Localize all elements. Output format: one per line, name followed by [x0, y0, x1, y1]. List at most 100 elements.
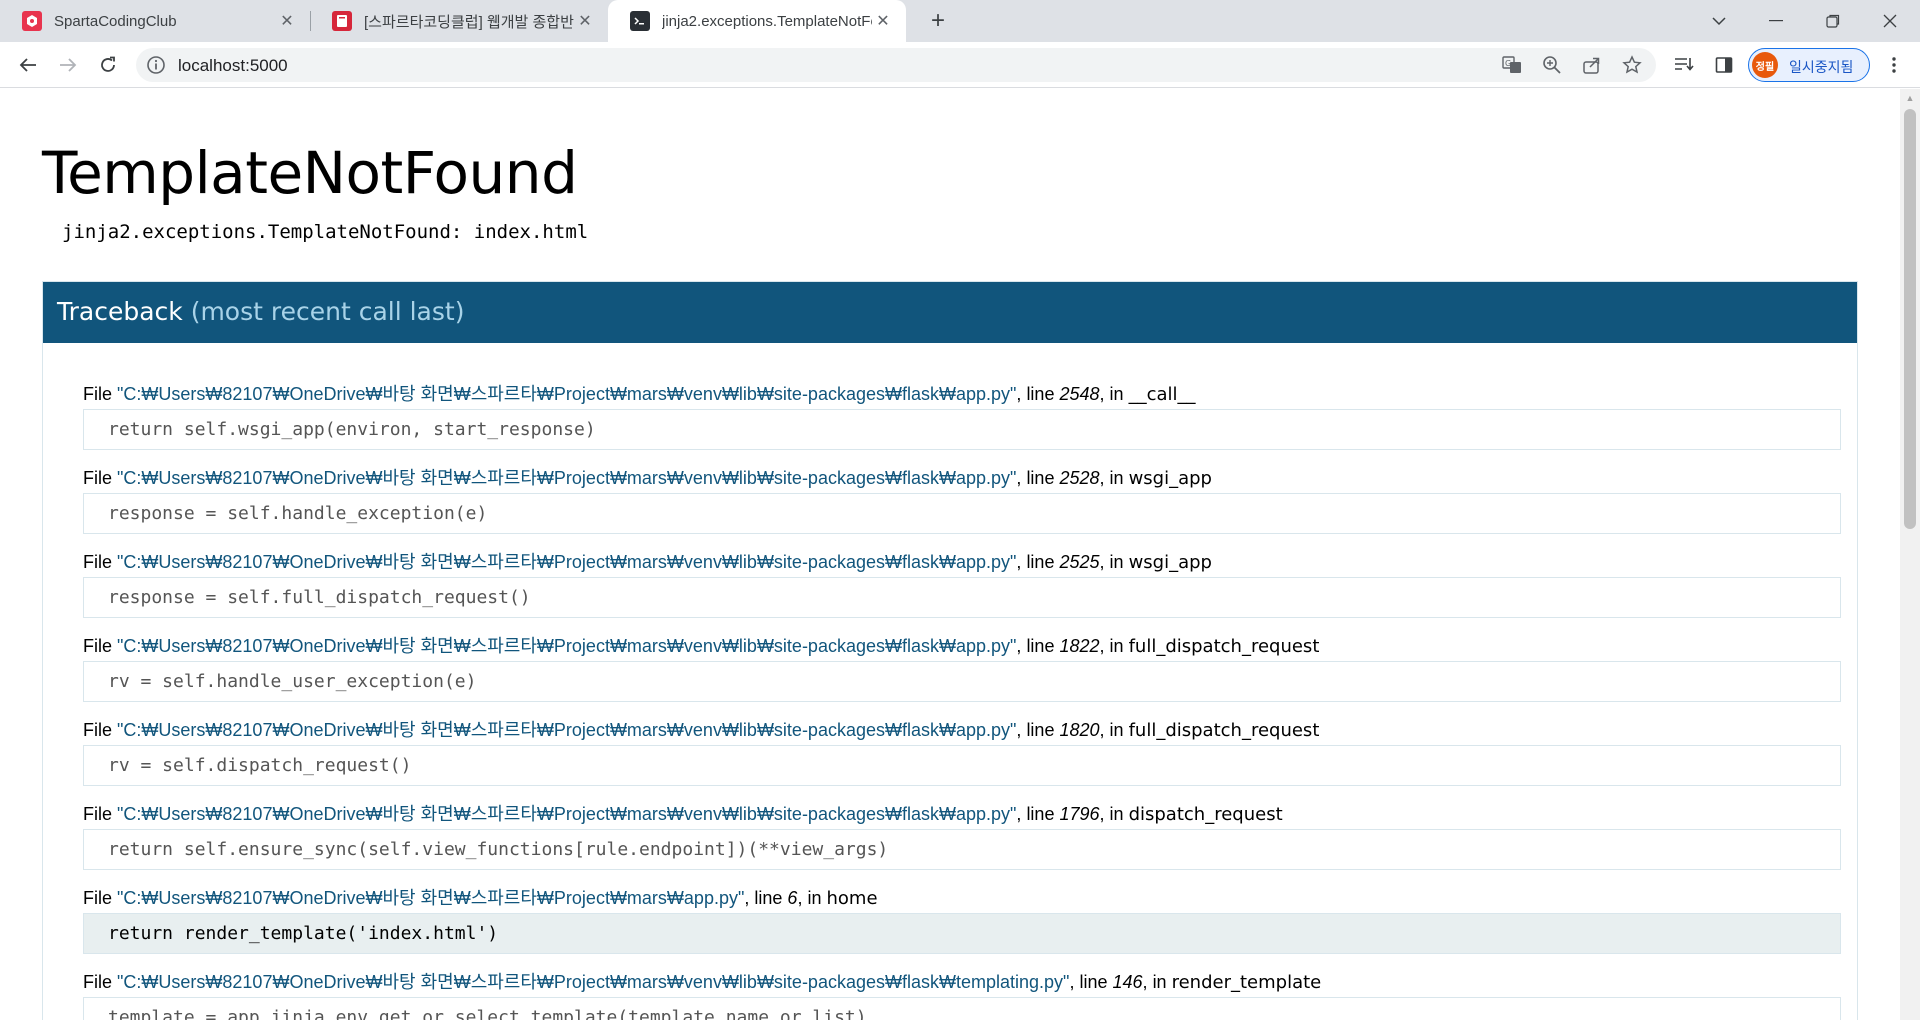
frame-location: File "C:₩Users₩82107₩OneDrive₩바탕 화면₩스파르타… [83, 636, 1320, 657]
tab-spartacodingclub[interactable]: SpartaCodingClub ✕ [0, 0, 310, 42]
traceback-frame[interactable]: File "C:₩Users₩82107₩OneDrive₩바탕 화면₩스파르타… [83, 382, 1841, 450]
frame-code-line[interactable]: response = self.handle_exception(e) [83, 493, 1841, 534]
restore-icon[interactable] [1806, 0, 1860, 42]
frame-location: File "C:₩Users₩82107₩OneDrive₩바탕 화면₩스파르타… [83, 804, 1283, 825]
frame-code-line[interactable]: return render_template('index.html') [83, 913, 1841, 954]
file-label: File [83, 636, 113, 656]
close-window-icon[interactable] [1863, 0, 1917, 42]
frame-file-path: "C:₩Users₩82107₩OneDrive₩바탕 화면₩스파르타₩Proj… [117, 468, 1017, 488]
bookmark-star-icon[interactable] [1620, 53, 1644, 77]
minimize-icon[interactable] [1749, 0, 1803, 42]
frame-function-name: dispatch_request [1128, 804, 1283, 825]
close-tab-icon[interactable]: ✕ [276, 10, 298, 32]
svg-text:G: G [1505, 59, 1511, 68]
error-message: jinja2.exceptions.TemplateNotFound: inde… [62, 221, 589, 243]
frame-file-path: "C:₩Users₩82107₩OneDrive₩바탕 화면₩스파르타₩Proj… [117, 552, 1017, 572]
frame-code-line[interactable]: rv = self.handle_user_exception(e) [83, 661, 1841, 702]
line-label: line [1026, 636, 1055, 656]
frame-line-number: 1820 [1059, 720, 1100, 740]
book-icon [332, 11, 352, 31]
in-label: in [1109, 804, 1124, 824]
share-icon[interactable] [1580, 53, 1604, 77]
frame-function-name: wsgi_app [1128, 552, 1212, 573]
in-label: in [1152, 972, 1167, 992]
traceback-frame[interactable]: File "C:₩Users₩82107₩OneDrive₩바탕 화면₩스파르타… [83, 550, 1841, 618]
translate-icon[interactable]: G [1500, 53, 1524, 77]
forward-arrow-icon[interactable] [52, 49, 84, 81]
frame-file-path: "C:₩Users₩82107₩OneDrive₩바탕 화면₩스파르타₩Proj… [117, 720, 1017, 740]
in-label: in [1109, 384, 1124, 404]
file-label: File [83, 972, 113, 992]
in-label: in [1109, 636, 1124, 656]
frame-line-number: 2525 [1059, 552, 1100, 572]
address-bar[interactable]: localhost:5000 G [136, 48, 1656, 82]
in-label: in [1109, 552, 1124, 572]
frame-location: File "C:₩Users₩82107₩OneDrive₩바탕 화면₩스파르타… [83, 720, 1320, 741]
line-label: line [1026, 552, 1055, 572]
frame-file-path: "C:₩Users₩82107₩OneDrive₩바탕 화면₩스파르타₩Proj… [117, 384, 1017, 404]
tab-search-icon[interactable] [1692, 0, 1746, 42]
traceback-frame[interactable]: File "C:₩Users₩82107₩OneDrive₩바탕 화면₩스파르타… [83, 634, 1841, 702]
traceback-label: Traceback [57, 297, 183, 326]
line-label: line [1026, 384, 1055, 404]
new-tab-icon[interactable]: + [922, 6, 954, 36]
traceback-frame[interactable]: File "C:₩Users₩82107₩OneDrive₩바탕 화면₩스파르타… [83, 970, 1841, 1020]
frame-line-number: 1796 [1059, 804, 1100, 824]
frame-line-number: 2548 [1059, 384, 1100, 404]
frame-file-path: "C:₩Users₩82107₩OneDrive₩바탕 화면₩스파르타₩Proj… [117, 888, 745, 908]
url-text: localhost:5000 [178, 56, 288, 75]
page-content: TemplateNotFound jinja2.exceptions.Templ… [0, 89, 1900, 1020]
frame-function-name: render_template [1171, 972, 1322, 993]
traceback-frame[interactable]: File "C:₩Users₩82107₩OneDrive₩바탕 화면₩스파르타… [83, 886, 1841, 954]
frame-file-path: "C:₩Users₩82107₩OneDrive₩바탕 화면₩스파르타₩Proj… [117, 804, 1017, 824]
frame-function-name: wsgi_app [1128, 468, 1212, 489]
browser-toolbar: localhost:5000 G 정필 일시중지됨 [0, 42, 1920, 88]
line-label: line [754, 888, 783, 908]
frame-code-line[interactable]: response = self.full_dispatch_request() [83, 577, 1841, 618]
frame-location: File "C:₩Users₩82107₩OneDrive₩바탕 화면₩스파르타… [83, 384, 1196, 405]
tab-title: [스파르타코딩클럽] 웹개발 종합반 [364, 13, 574, 31]
profile-button[interactable]: 정필 일시중지됨 [1748, 48, 1870, 82]
site-info-icon[interactable] [146, 55, 166, 75]
frame-file-path: "C:₩Users₩82107₩OneDrive₩바탕 화면₩스파르타₩Proj… [117, 972, 1070, 992]
frame-function-name: __call__ [1128, 384, 1196, 405]
file-label: File [83, 888, 113, 908]
frame-code-line[interactable]: return self.wsgi_app(environ, start_resp… [83, 409, 1841, 450]
frame-function-name: full_dispatch_request [1128, 720, 1320, 741]
reading-list-icon[interactable] [1668, 49, 1700, 81]
frame-code-line[interactable]: rv = self.dispatch_request() [83, 745, 1841, 786]
in-label: in [807, 888, 822, 908]
traceback-frame[interactable]: File "C:₩Users₩82107₩OneDrive₩바탕 화면₩스파르타… [83, 802, 1841, 870]
frame-location: File "C:₩Users₩82107₩OneDrive₩바탕 화면₩스파르타… [83, 972, 1322, 993]
scrollbar-thumb[interactable] [1904, 109, 1916, 529]
frame-location: File "C:₩Users₩82107₩OneDrive₩바탕 화면₩스파르타… [83, 888, 878, 909]
tab-sparta-course[interactable]: [스파르타코딩클럽] 웹개발 종합반 ✕ [310, 0, 608, 42]
traceback-frame[interactable]: File "C:₩Users₩82107₩OneDrive₩바탕 화면₩스파르타… [83, 466, 1841, 534]
frame-line-number: 146 [1112, 972, 1143, 992]
scroll-up-icon[interactable]: ▲ [1900, 89, 1920, 107]
file-label: File [83, 804, 113, 824]
avatar: 정필 [1752, 52, 1778, 78]
line-label: line [1026, 720, 1055, 740]
in-label: in [1109, 720, 1124, 740]
traceback-frame[interactable]: File "C:₩Users₩82107₩OneDrive₩바탕 화면₩스파르타… [83, 718, 1841, 786]
frame-code-line[interactable]: template = app.jinja_env.get_or_select_t… [83, 997, 1841, 1020]
back-arrow-icon[interactable] [12, 49, 44, 81]
frame-location: File "C:₩Users₩82107₩OneDrive₩바탕 화면₩스파르타… [83, 468, 1212, 489]
terminal-icon [630, 11, 650, 31]
zoom-icon[interactable] [1540, 53, 1564, 77]
close-tab-icon[interactable]: ✕ [574, 10, 596, 32]
tab-title: jinja2.exceptions.TemplateNotFound [662, 12, 872, 30]
profile-status-label: 일시중지됨 [1789, 59, 1854, 75]
frame-code-line[interactable]: return self.ensure_sync(self.view_functi… [83, 829, 1841, 870]
traceback-hint: (most recent call last) [190, 297, 465, 326]
reload-icon[interactable] [92, 49, 124, 81]
page-scrollbar[interactable]: ▲ [1900, 89, 1920, 1020]
close-tab-icon[interactable]: ✕ [872, 10, 894, 32]
tab-template-not-found[interactable]: jinja2.exceptions.TemplateNotFound ✕ [608, 0, 906, 42]
menu-kebab-icon[interactable] [1878, 49, 1910, 81]
line-label: line [1026, 804, 1055, 824]
sparta-logo-icon [22, 11, 42, 31]
file-label: File [83, 384, 113, 404]
side-panel-icon[interactable] [1708, 49, 1740, 81]
